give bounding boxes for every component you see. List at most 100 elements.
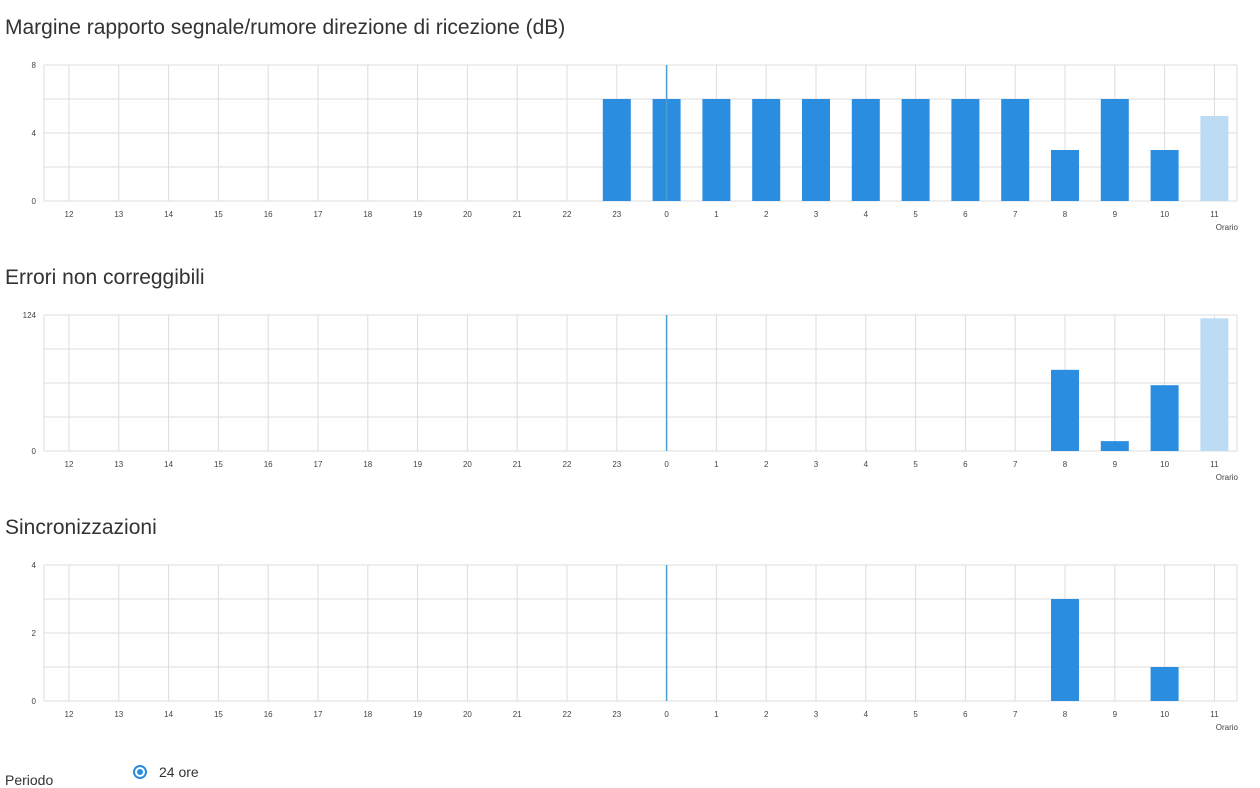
bar bbox=[802, 99, 830, 201]
x-tick-label: 3 bbox=[814, 460, 819, 469]
x-tick-label: 2 bbox=[764, 460, 769, 469]
x-tick-label: 22 bbox=[563, 210, 572, 219]
x-tick-label: 8 bbox=[1063, 210, 1068, 219]
x-tick-label: 15 bbox=[214, 210, 223, 219]
y-tick-label: 2 bbox=[32, 629, 37, 638]
x-tick-label: 13 bbox=[114, 210, 123, 219]
chart-uncorrectable-errors: Errori non correggibili 0 124 12 13 14 15 16 17… bbox=[0, 266, 1260, 502]
x-tick-label: 15 bbox=[214, 710, 223, 719]
x-tick-label: 13 bbox=[114, 460, 123, 469]
x-tick-label: 15 bbox=[214, 460, 223, 469]
bar bbox=[702, 99, 731, 201]
x-tick-label: 22 bbox=[563, 460, 572, 469]
x-tick-label: 4 bbox=[864, 210, 869, 219]
x-tick-label: 9 bbox=[1113, 460, 1118, 469]
bar bbox=[1200, 318, 1229, 451]
y-tick-label: 124 bbox=[23, 311, 37, 320]
x-tick-label: 14 bbox=[164, 710, 173, 719]
y-tick-label: 4 bbox=[32, 129, 37, 138]
bar bbox=[1150, 667, 1179, 701]
x-tick-label: 17 bbox=[314, 210, 323, 219]
x-tick-label: 23 bbox=[612, 210, 621, 219]
chart-svg: 02412 13 14 15 16 17 18 19 20 21 22 23 0 1 2 3 4 5 6 7 8 9 10 1… bbox=[32, 561, 1239, 732]
x-tick-label: 2 bbox=[764, 710, 769, 719]
x-tick-label: 20 bbox=[463, 460, 472, 469]
x-tick-label: 10 bbox=[1160, 210, 1169, 219]
x-tick-label: 12 bbox=[65, 210, 74, 219]
x-tick-label: 16 bbox=[264, 460, 273, 469]
period-24h-radio[interactable] bbox=[133, 765, 147, 779]
y-tick-label: 0 bbox=[32, 447, 37, 456]
x-tick-label: 8 bbox=[1063, 710, 1068, 719]
bar bbox=[1051, 150, 1079, 201]
bar bbox=[851, 99, 880, 201]
x-tick-label: 0 bbox=[664, 460, 669, 469]
x-tick-label: 20 bbox=[463, 710, 472, 719]
x-tick-label: 16 bbox=[264, 210, 273, 219]
x-tick-label: 1 bbox=[714, 710, 719, 719]
x-tick-label: 6 bbox=[963, 460, 968, 469]
bar bbox=[1100, 441, 1129, 451]
x-tick-label: 7 bbox=[1013, 460, 1018, 469]
x-tick-label: 14 bbox=[164, 210, 173, 219]
x-tick-label: 21 bbox=[513, 460, 522, 469]
y-tick-label: 4 bbox=[32, 561, 37, 570]
chart-svg: 012412 13 14 15 16 17 18 19 20 21 22 23 0 1 2 3 4 5 6 7 8 9 10… bbox=[23, 311, 1239, 482]
y-tick-label: 8 bbox=[32, 61, 37, 70]
x-tick-label: 22 bbox=[563, 710, 572, 719]
bar bbox=[752, 99, 781, 201]
x-tick-label: 21 bbox=[513, 210, 522, 219]
x-tick-label: 18 bbox=[363, 210, 372, 219]
x-tick-label: 21 bbox=[513, 710, 522, 719]
x-tick-label: 12 bbox=[65, 460, 74, 469]
x-tick-label: 4 bbox=[864, 460, 869, 469]
x-tick-label: 23 bbox=[612, 460, 621, 469]
bar bbox=[1051, 599, 1079, 701]
bar bbox=[901, 99, 930, 201]
x-tick-label: 17 bbox=[314, 460, 323, 469]
x-tick-label: 3 bbox=[814, 210, 819, 219]
x-tick-label: 7 bbox=[1013, 210, 1018, 219]
bar bbox=[951, 99, 980, 201]
x-tick-label: 9 bbox=[1113, 210, 1118, 219]
chart-snr-margin: Margine rapporto segnale/rumore direzion… bbox=[0, 16, 1260, 252]
x-tick-label: 11 bbox=[1210, 460, 1219, 469]
x-tick-label: 1 bbox=[714, 210, 719, 219]
x-tick-label: 5 bbox=[913, 460, 918, 469]
x-tick-label: 18 bbox=[363, 710, 372, 719]
period-selector: Periodo 24 ore bbox=[0, 762, 1260, 788]
x-tick-label: 4 bbox=[864, 710, 869, 719]
x-tick-label: 11 bbox=[1210, 710, 1219, 719]
x-tick-label: 19 bbox=[413, 210, 422, 219]
x-tick-label: 13 bbox=[114, 710, 123, 719]
x-tick-label: 17 bbox=[314, 710, 323, 719]
x-tick-label: 3 bbox=[814, 710, 819, 719]
x-tick-label: 19 bbox=[413, 460, 422, 469]
x-tick-label: 6 bbox=[963, 210, 968, 219]
bar bbox=[1001, 99, 1030, 201]
x-tick-label: 9 bbox=[1113, 710, 1118, 719]
x-tick-label: 10 bbox=[1160, 460, 1169, 469]
x-tick-label: 0 bbox=[664, 710, 669, 719]
x-tick-label: 2 bbox=[764, 210, 769, 219]
x-axis-label: Orario bbox=[1216, 223, 1239, 232]
x-tick-label: 5 bbox=[913, 710, 918, 719]
y-tick-label: 0 bbox=[32, 197, 37, 206]
chart-synchronizations: Sincronizzazioni 0 2 4 12 13 14 15 16 17 18 19 20 21… bbox=[0, 516, 1260, 752]
y-tick-label: 0 bbox=[32, 697, 37, 706]
bar bbox=[1150, 150, 1179, 201]
x-tick-label: 10 bbox=[1160, 710, 1169, 719]
x-tick-label: 18 bbox=[363, 460, 372, 469]
period-label: Periodo bbox=[5, 772, 54, 788]
x-tick-label: 19 bbox=[413, 710, 422, 719]
bar bbox=[1200, 116, 1229, 201]
x-tick-label: 1 bbox=[714, 460, 719, 469]
x-tick-label: 12 bbox=[65, 710, 74, 719]
x-tick-label: 7 bbox=[1013, 710, 1018, 719]
bar bbox=[1150, 385, 1179, 451]
chart-svg: 04812 13 14 15 16 17 18 19 20 21 22 23 0 1 2 3 4 5 6 7 8 9 10 1… bbox=[32, 61, 1239, 232]
x-tick-label: 6 bbox=[963, 710, 968, 719]
x-tick-label: 14 bbox=[164, 460, 173, 469]
x-tick-label: 8 bbox=[1063, 460, 1068, 469]
x-axis-label: Orario bbox=[1216, 473, 1239, 482]
